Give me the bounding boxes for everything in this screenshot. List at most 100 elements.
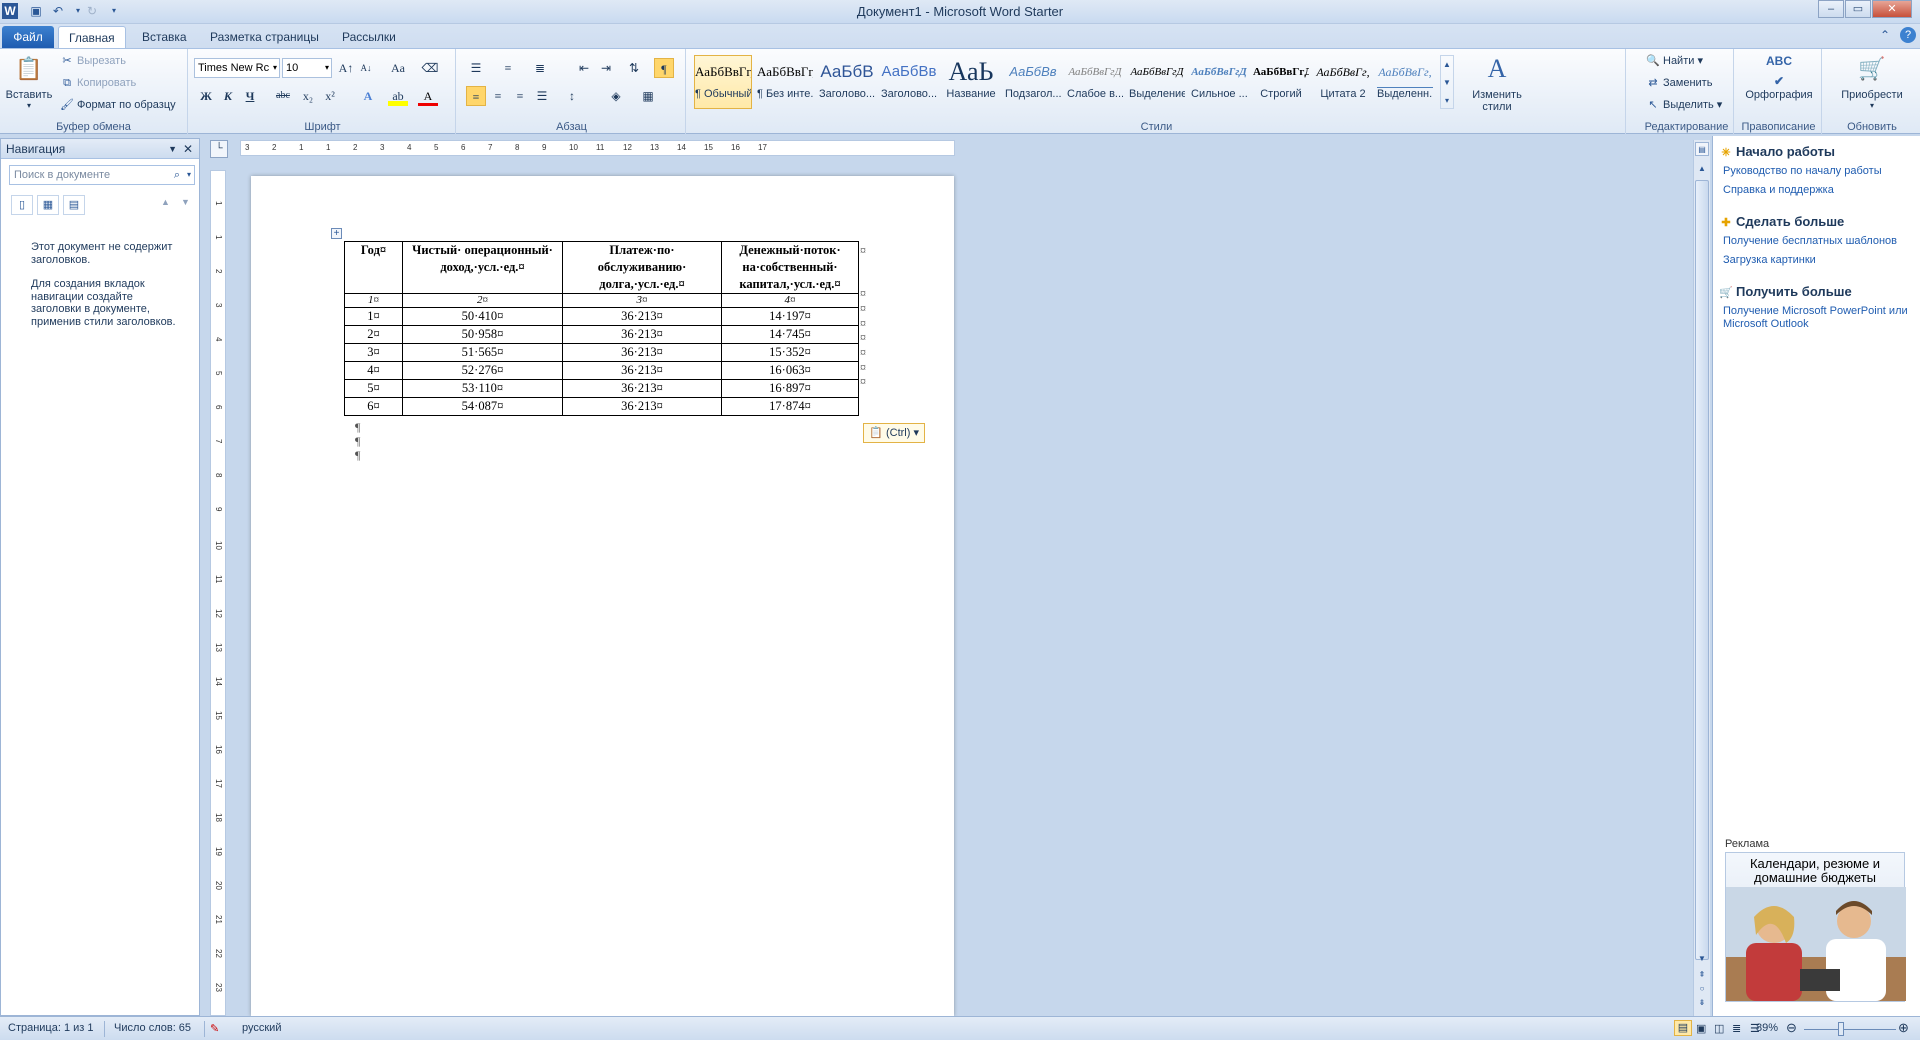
next-page-icon[interactable]: ⇟: [1695, 996, 1709, 1010]
table-cell[interactable]: 36·213¤: [562, 397, 722, 416]
table-cell[interactable]: 1¤: [344, 293, 403, 308]
superscript-button[interactable]: x²: [320, 86, 340, 106]
decrease-indent-icon[interactable]: ⇤: [574, 58, 594, 78]
increase-indent-icon[interactable]: ⇥: [596, 58, 616, 78]
align-left-icon[interactable]: ≡: [466, 86, 486, 106]
table-cell[interactable]: 36·213¤: [562, 361, 722, 380]
paste-button[interactable]: 📋 Вставить ▾: [4, 51, 54, 110]
text-effects-icon[interactable]: A: [358, 86, 378, 106]
pane-options-icon[interactable]: ▼: [168, 139, 177, 159]
copy-button[interactable]: ⧉ Копировать: [60, 76, 136, 90]
replace-button[interactable]: ⇄ Заменить: [1646, 76, 1712, 90]
print-layout-view-icon[interactable]: ▤: [1674, 1020, 1692, 1036]
table-cell[interactable]: 6¤: [344, 397, 403, 416]
table-cell[interactable]: 16·063¤: [721, 361, 859, 380]
horizontal-ruler[interactable]: 3 2 1 1 2 3 4 5 6 7 8 9 10 11 12 13 14 15 16 17: [240, 140, 955, 156]
italic-button[interactable]: К: [218, 86, 238, 106]
shading-icon[interactable]: ◈: [606, 86, 626, 106]
tab-page-layout[interactable]: Разметка страницы: [200, 26, 329, 48]
tab-selector-icon[interactable]: └: [210, 140, 228, 158]
close-window-button[interactable]: ✕: [1872, 0, 1912, 18]
style-strong[interactable]: АаБбВвГгД Строгий: [1252, 55, 1310, 109]
font-name-combo[interactable]: Times New Rc ▾: [194, 58, 280, 78]
style-heading-2[interactable]: АаБбВв Заголово...: [880, 55, 938, 109]
scroll-up-icon[interactable]: ▲: [1695, 162, 1709, 176]
vertical-ruler[interactable]: 1 1 2 3 4 5 6 7 8 9 10 11 12 13 14 15 16 17 18 19 20 21 22 23: [210, 170, 226, 1016]
zoom-in-icon[interactable]: ⊕: [1898, 1020, 1909, 1036]
bullets-icon[interactable]: ☰: [466, 58, 486, 78]
link-getting-started[interactable]: Руководство по началу работы: [1723, 165, 1918, 178]
table-cell[interactable]: 36·213¤: [562, 307, 722, 326]
style-emphasis[interactable]: АаБбВвГгД Выделение: [1128, 55, 1186, 109]
nav-tab-pages-icon[interactable]: ▦: [37, 195, 59, 215]
select-button[interactable]: ↖ Выделить ▾: [1646, 98, 1722, 112]
tab-insert[interactable]: Вставка: [132, 26, 197, 48]
table-cell[interactable]: 52·276¤: [402, 361, 563, 380]
table-move-handle-icon[interactable]: +: [331, 228, 342, 239]
table-cell[interactable]: 16·897¤: [721, 379, 859, 398]
table-cell[interactable]: 51·565¤: [402, 343, 563, 362]
change-styles-button[interactable]: A Изменить стили: [1466, 51, 1528, 113]
spelling-button[interactable]: ABC ✔ Орфография: [1740, 51, 1818, 101]
help-icon[interactable]: ?: [1900, 27, 1916, 43]
purchase-button[interactable]: 🛒 Приобрести ▾: [1828, 51, 1916, 110]
table-cell[interactable]: 36·213¤: [562, 343, 722, 362]
link-free-templates[interactable]: Получение бесплатных шаблонов: [1723, 235, 1918, 248]
header-cell[interactable]: Денежный·поток· на·собственный· капитал,…: [721, 241, 859, 294]
web-layout-view-icon[interactable]: ◫: [1714, 1022, 1724, 1035]
style-intense-emphasis[interactable]: АаБбВвГгД Сильное ...: [1190, 55, 1248, 109]
link-powerpoint-outlook[interactable]: Получение Microsoft PowerPoint или Micro…: [1723, 305, 1918, 331]
table-cell[interactable]: 4¤: [721, 293, 859, 308]
vertical-scrollbar[interactable]: ▤ ▲ ▼ ⇞ ○ ⇟: [1693, 140, 1710, 1016]
tab-home[interactable]: Главная: [58, 26, 126, 48]
next-result-icon[interactable]: ▼: [181, 197, 190, 207]
zoom-level[interactable]: 89%: [1756, 1022, 1778, 1034]
table-cell[interactable]: 2¤: [402, 293, 563, 308]
scroll-down-icon[interactable]: ▼: [1695, 952, 1709, 966]
navigation-search-input[interactable]: Поиск в документе ⌕ ▾: [9, 165, 195, 185]
minimize-button[interactable]: –: [1818, 0, 1844, 18]
full-screen-view-icon[interactable]: ▣: [1696, 1022, 1706, 1035]
search-icon[interactable]: ⌕: [174, 166, 180, 184]
word-count-status[interactable]: Число слов: 65: [114, 1022, 191, 1034]
style-no-spacing[interactable]: АаБбВвГг,¶ Без инте...: [756, 55, 814, 109]
document-table[interactable]: Год¤ Чистый· операционный· доход,·усл.·е…: [344, 241, 859, 416]
table-cell[interactable]: 54·087¤: [402, 397, 563, 416]
font-color-button[interactable]: A: [418, 86, 438, 106]
show-formatting-marks-button[interactable]: ¶: [654, 58, 674, 78]
table-cell[interactable]: 36·213¤: [562, 325, 722, 344]
table-cell[interactable]: 14·197¤: [721, 307, 859, 326]
view-ruler-icon[interactable]: ▤: [1695, 142, 1709, 156]
table-cell[interactable]: 14·745¤: [721, 325, 859, 344]
table-cell[interactable]: 3¤: [562, 293, 722, 308]
nav-tab-headings-icon[interactable]: ▯: [11, 195, 33, 215]
page-count-status[interactable]: Страница: 1 из 1: [8, 1022, 94, 1034]
link-clip-art[interactable]: Загрузка картинки: [1723, 254, 1918, 267]
table-cell[interactable]: 17·874¤: [721, 397, 859, 416]
table-cell[interactable]: 1¤: [344, 307, 403, 326]
align-center-icon[interactable]: ≡: [488, 86, 508, 106]
header-cell[interactable]: Платеж·по· обслуживанию· долга,·усл.·ед.…: [562, 241, 722, 294]
line-spacing-icon[interactable]: ↕: [562, 86, 582, 106]
table-cell[interactable]: 5¤: [344, 379, 403, 398]
zoom-out-icon[interactable]: ⊖: [1786, 1020, 1797, 1036]
cut-button[interactable]: ✂ Вырезать: [60, 54, 126, 68]
document-page[interactable]: + Год¤ Чистый· операционный· доход,·усл.…: [251, 176, 954, 1016]
zoom-slider[interactable]: [1804, 1029, 1896, 1030]
borders-icon[interactable]: ▦: [638, 86, 658, 106]
link-help-support[interactable]: Справка и поддержка: [1723, 184, 1918, 197]
format-painter-button[interactable]: 🖌 Формат по образцу: [60, 98, 176, 112]
outline-view-icon[interactable]: ≣: [1732, 1022, 1741, 1035]
table-cell[interactable]: 2¤: [344, 325, 403, 344]
paste-options-button[interactable]: 📋 (Ctrl) ▾: [863, 423, 925, 443]
search-options-icon[interactable]: ▾: [187, 166, 191, 184]
previous-page-icon[interactable]: ⇞: [1695, 968, 1709, 982]
close-pane-icon[interactable]: ✕: [183, 139, 193, 159]
align-right-icon[interactable]: ≡: [510, 86, 530, 106]
language-status[interactable]: русский: [242, 1022, 281, 1034]
grow-font-button[interactable]: A↑: [336, 58, 356, 78]
justify-icon[interactable]: ☰: [532, 86, 552, 106]
style-subtle-emphasis[interactable]: АаБбВвГгД Слабое в...: [1066, 55, 1124, 109]
style-title[interactable]: АаЬ Название: [942, 55, 1000, 109]
scroll-thumb[interactable]: [1695, 180, 1709, 960]
